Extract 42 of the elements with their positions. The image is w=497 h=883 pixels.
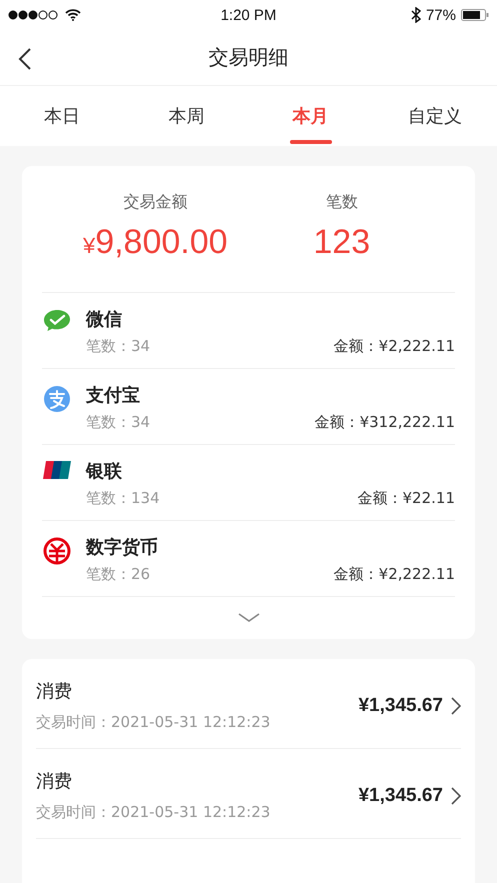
transaction-time: 交易时间：2021-05-31 12:12:23 [36, 713, 272, 732]
payment-method-name: 银联 [86, 460, 123, 483]
method-count: 笔数：34 [86, 413, 150, 432]
yuan-coin-icon [43, 537, 71, 565]
payment-method-name: 微信 [86, 308, 123, 331]
period-tab[interactable]: 本周 [124, 86, 248, 146]
card-logo-icon [43, 461, 71, 479]
battery-percent: 77% [426, 6, 456, 24]
method-amount: 金额：¥2,222.11 [334, 565, 455, 584]
payment-method-name: 支付宝 [86, 384, 141, 407]
method-count: 笔数：34 [86, 337, 150, 356]
signal-icon [8, 10, 60, 20]
transaction-row[interactable]: 消费 交易时间：2021-05-31 12:12:23 ¥1,345.67 [36, 749, 461, 839]
transaction-amount: ¥1,345.67 [358, 694, 443, 716]
wifi-icon [65, 9, 81, 21]
method-amount: 金额：¥312,222.11 [314, 413, 455, 432]
transaction-type: 消费 [36, 770, 73, 793]
transaction-time: 交易时间：2021-05-31 12:12:23 [36, 803, 272, 822]
method-count: 笔数：26 [86, 565, 150, 584]
chevron-down-icon [238, 613, 260, 623]
page-title: 交易明细 [208, 44, 288, 71]
transaction-amount: ¥1,345.67 [358, 784, 443, 806]
transaction-row[interactable]: 消费 交易时间：2021-05-31 12:12:23 ¥1,345.67 [36, 659, 461, 749]
bluetooth-icon [410, 7, 421, 23]
chat-bubble-icon [43, 309, 71, 333]
status-time: 1:20 PM [220, 6, 276, 24]
method-count: 笔数：134 [86, 489, 160, 508]
period-tab[interactable]: 本日 [0, 86, 124, 146]
method-amount: 金额：¥2,222.11 [334, 337, 455, 356]
method-amount: 金额：¥22.11 [358, 489, 455, 508]
back-icon [18, 47, 32, 71]
chevron-right-icon [451, 786, 461, 804]
payment-method-name: 数字货币 [86, 536, 159, 559]
total-amount: ¥9,800.00 [82, 223, 228, 262]
chevron-right-icon [451, 696, 461, 714]
transaction-type: 消费 [36, 680, 73, 703]
period-tab[interactable]: 本月 [248, 86, 373, 146]
count-label: 笔数 [326, 192, 358, 213]
total-count: 123 [313, 223, 370, 262]
period-tab[interactable]: 自定义 [372, 86, 497, 146]
battery-icon [461, 9, 489, 21]
amount-label: 交易金额 [123, 192, 188, 213]
